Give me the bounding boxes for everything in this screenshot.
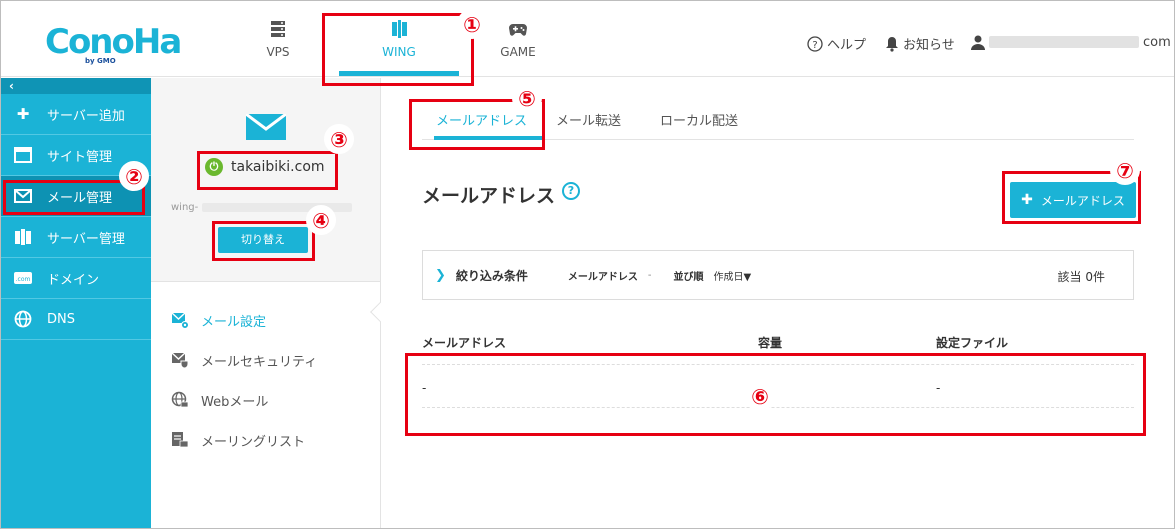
- tab-vps-label: VPS: [266, 45, 290, 59]
- svg-text:?: ?: [812, 40, 817, 51]
- sort-value[interactable]: 作成日▼: [714, 268, 752, 283]
- help-circle-icon: ?: [807, 35, 823, 52]
- annotation-number-6: ⑥: [745, 381, 775, 411]
- sidebar-item-label: サーバー追加: [47, 108, 125, 124]
- conoha-logo[interactable]: ConoHa by GMO: [45, 22, 182, 69]
- page-title: メールアドレス: [422, 185, 556, 207]
- server-name-prefix: wing-: [171, 202, 199, 213]
- filter-field-label: メールアドレス: [567, 271, 638, 283]
- server-icon: [271, 21, 285, 37]
- window-icon: [14, 147, 32, 163]
- annotation-box-3: [197, 151, 338, 190]
- bell-icon: [886, 36, 898, 52]
- top-header: ConoHa by GMO VPS WING GAME ? ヘルプ お知らせ c: [1, 1, 1174, 77]
- svg-text:.com: .com: [16, 276, 31, 283]
- result-count: 該当 0件: [1057, 270, 1105, 284]
- help-link[interactable]: ? ヘルプ: [807, 34, 866, 53]
- globe-mail-icon: [171, 391, 189, 408]
- sidebar-collapse-button[interactable]: ‹: [1, 78, 151, 94]
- account-menu[interactable]: com: [971, 34, 1175, 50]
- annotation-number-2: ②: [119, 161, 149, 191]
- submenu-mail-settings[interactable]: メール設定: [151, 300, 380, 340]
- user-icon: [971, 35, 985, 50]
- tab-vps[interactable]: VPS: [238, 19, 318, 59]
- mailing-list-icon: [172, 432, 189, 448]
- annotation-number-3: ③: [324, 124, 354, 154]
- annotation-box-6: [405, 353, 1146, 436]
- sidebar: ‹ ✚ サーバー追加 サイト管理 メール管理 サーバー管理 .com ドメイン …: [1, 78, 151, 528]
- domain-icon: .com: [14, 272, 32, 284]
- account-email-suffix: com: [1143, 34, 1171, 50]
- annotation-number-4: ④: [306, 205, 336, 235]
- filter-bar[interactable]: ❯ 絞り込み条件 メールアドレス - 並び順 作成日▼ 該当 0件: [422, 250, 1134, 300]
- mail-gear-icon: [171, 312, 189, 329]
- annotation-number-7: ⑦: [1110, 155, 1140, 185]
- tab-game[interactable]: GAME: [478, 19, 558, 59]
- account-email-redacted: [989, 36, 1139, 48]
- sidebar-item-label: サーバー管理: [47, 231, 125, 247]
- mail-submenu: メール設定 メールセキュリティ Webメール メーリングリスト: [151, 300, 380, 460]
- sidebar-item-server[interactable]: サーバー管理: [1, 217, 151, 258]
- column-header: メールアドレス: [422, 336, 507, 350]
- submenu-mailing-list[interactable]: メーリングリスト: [151, 420, 380, 460]
- sidebar-item-dns[interactable]: DNS: [1, 299, 151, 340]
- logo-sub: by GMO: [85, 57, 116, 65]
- annotation-number-5: ⑤: [512, 83, 542, 113]
- mail-shield-icon: [171, 352, 189, 369]
- sidebar-item-label: サイト管理: [47, 149, 113, 165]
- submenu-label: メールセキュリティ: [201, 354, 318, 370]
- annotation-number-1: ①: [457, 9, 487, 39]
- server-blocks-icon: [15, 229, 31, 245]
- tab-local-delivery[interactable]: ローカル配送: [660, 110, 738, 129]
- filter-label: 絞り込み条件: [455, 268, 528, 283]
- tab-mail-forward[interactable]: メール転送: [556, 110, 621, 129]
- annotation-box-1: [322, 13, 474, 86]
- submenu-label: メーリングリスト: [201, 434, 306, 450]
- globe-icon: [14, 310, 32, 328]
- mail-envelope-icon: [246, 114, 286, 140]
- chevron-right-icon: ❯: [435, 267, 446, 283]
- column-header: 設定ファイル: [936, 336, 1009, 350]
- plus-icon: ✚: [16, 105, 30, 123]
- submenu-webmail[interactable]: Webメール: [151, 380, 380, 420]
- sidebar-item-label: ドメイン: [47, 272, 100, 288]
- sidebar-item-domain[interactable]: .com ドメイン: [1, 258, 151, 299]
- sidebar-item-label: DNS: [47, 311, 75, 327]
- column-header: 容量: [758, 336, 783, 350]
- filter-field-value: -: [647, 269, 652, 281]
- help-label: ヘルプ: [827, 38, 867, 53]
- sidebar-item-add-server[interactable]: ✚ サーバー追加: [1, 94, 151, 135]
- gamepad-icon: [509, 24, 527, 36]
- tab-game-label: GAME: [500, 45, 536, 59]
- help-icon[interactable]: ?: [562, 182, 580, 200]
- submenu-mail-security[interactable]: メールセキュリティ: [151, 340, 380, 380]
- annotation-box-4: [212, 221, 315, 261]
- sort-label: 並び順: [673, 271, 704, 283]
- submenu-label: Webメール: [201, 394, 269, 410]
- logo-text: ConoHa: [45, 22, 182, 62]
- news-label: お知らせ: [903, 38, 955, 53]
- news-link[interactable]: お知らせ: [885, 34, 955, 53]
- submenu-label: メール設定: [201, 314, 267, 330]
